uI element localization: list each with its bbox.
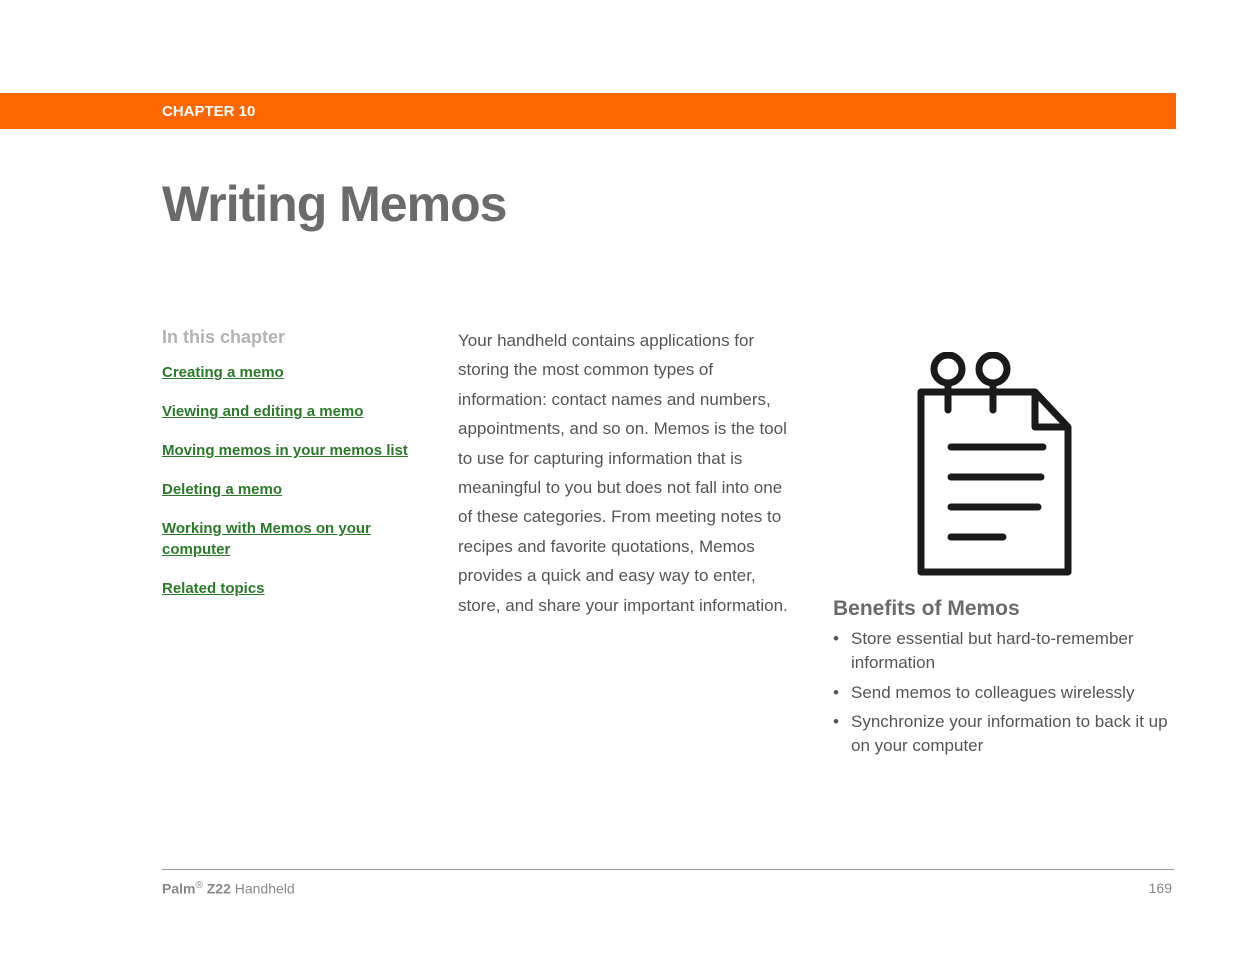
toc-heading: In this chapter (162, 327, 285, 348)
footer-brand: Palm (162, 881, 195, 897)
footer-model: Z22 (207, 881, 231, 897)
chapter-label: CHAPTER 10 (162, 103, 255, 120)
footer-reg: ® (195, 880, 202, 891)
chapter-bar: CHAPTER 10 (0, 93, 1176, 129)
toc-link-moving[interactable]: Moving memos in your memos list (162, 440, 422, 461)
intro-paragraph: Your handheld contains applications for … (458, 326, 800, 620)
footer-product: Palm® Z22 Handheld (162, 880, 295, 897)
footer-rule (162, 869, 1174, 870)
toc-link-creating[interactable]: Creating a memo (162, 362, 422, 383)
benefits-list: Store essential but hard-to-remember inf… (833, 627, 1168, 764)
toc-link-deleting[interactable]: Deleting a memo (162, 479, 422, 500)
footer-device: Handheld (235, 881, 295, 897)
toc-list: Creating a memo Viewing and editing a me… (162, 362, 422, 599)
benefit-item: Send memos to colleagues wirelessly (833, 681, 1168, 705)
notepad-icon (893, 352, 1103, 587)
footer-page-number: 169 (1149, 880, 1172, 896)
page-title: Writing Memos (162, 175, 506, 233)
benefit-item: Synchronize your information to back it … (833, 710, 1168, 758)
toc-link-working[interactable]: Working with Memos on your computer (162, 518, 422, 560)
benefit-item: Store essential but hard-to-remember inf… (833, 627, 1168, 675)
toc-link-related[interactable]: Related topics (162, 578, 422, 599)
benefits-heading: Benefits of Memos (833, 597, 1020, 621)
toc-link-viewing[interactable]: Viewing and editing a memo (162, 401, 422, 422)
